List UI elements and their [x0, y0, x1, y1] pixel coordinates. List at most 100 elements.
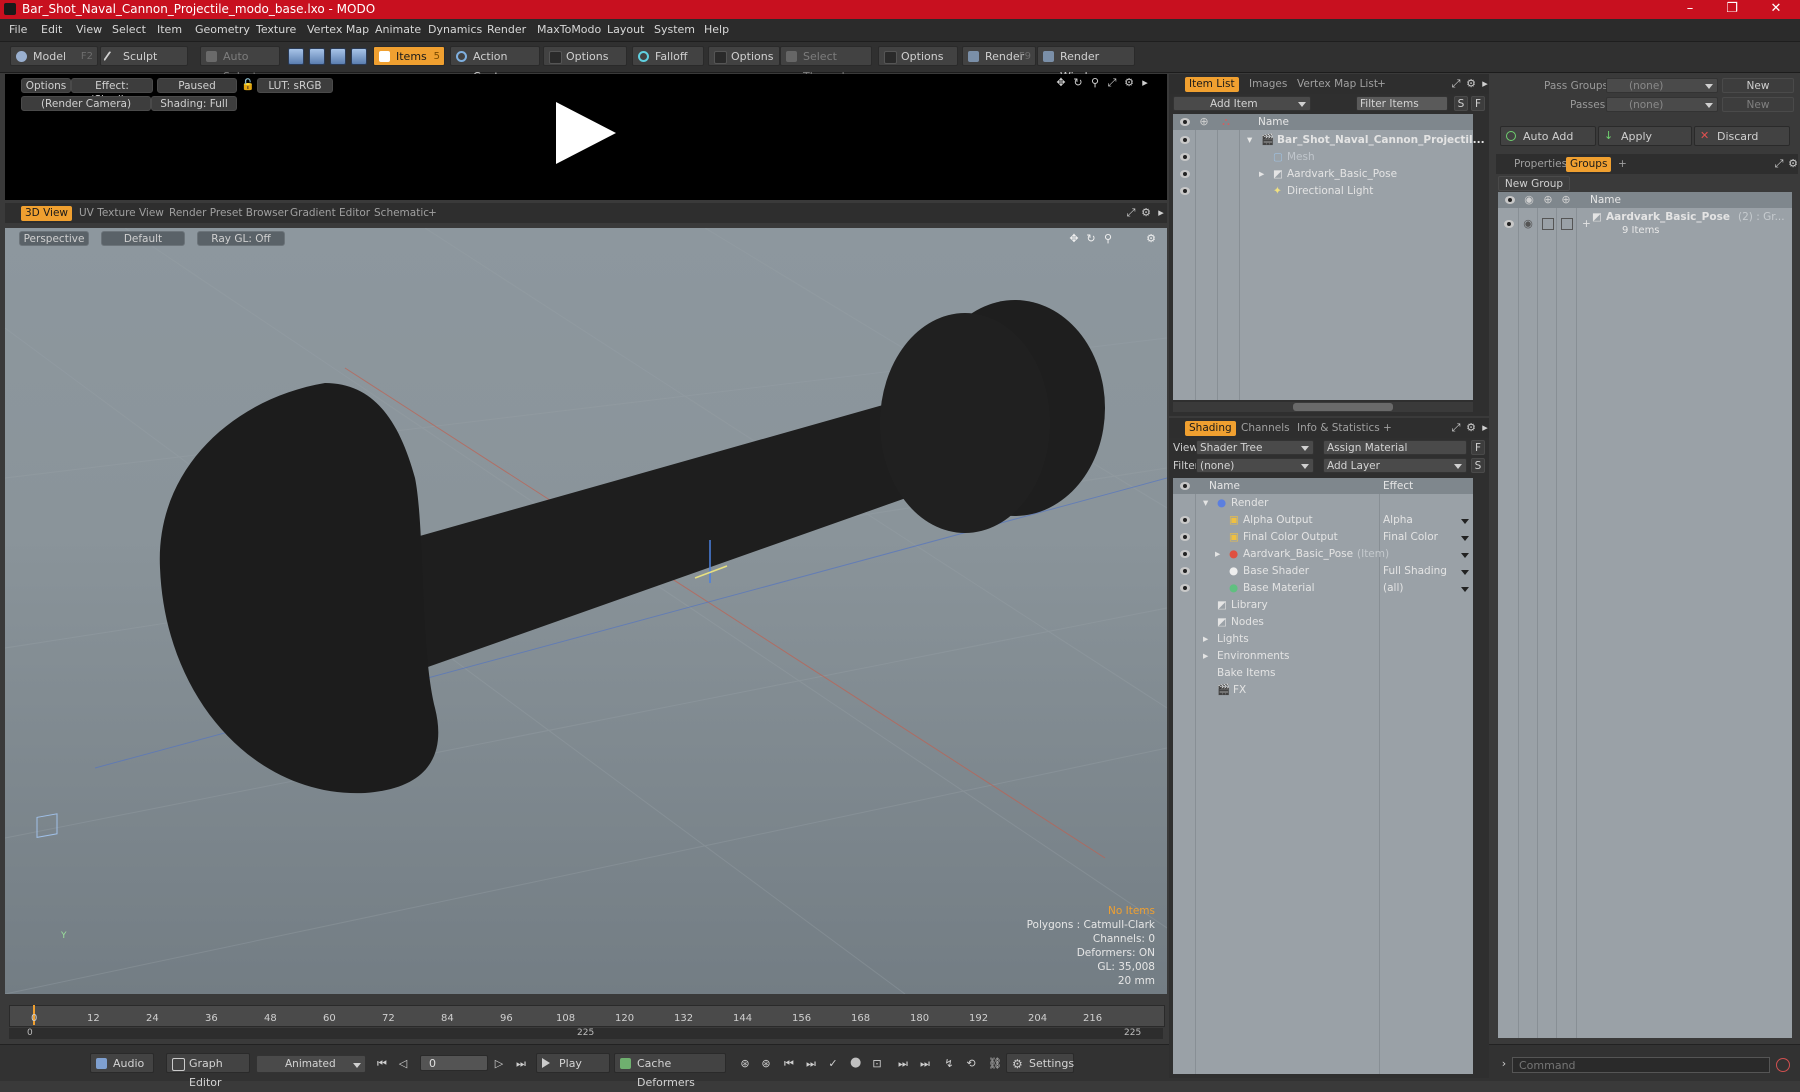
- menu-maxtomodo[interactable]: MaxToModo: [537, 23, 601, 36]
- tab-channels[interactable]: Channels: [1237, 421, 1294, 436]
- graph-editor-button[interactable]: Graph Editor: [166, 1053, 250, 1089]
- minimize-button[interactable]: –: [1670, 1, 1710, 18]
- chevron-right-icon[interactable]: ▸: [1480, 422, 1490, 433]
- rotate-icon[interactable]: ↻: [1086, 233, 1096, 244]
- menu-render[interactable]: Render: [487, 23, 526, 36]
- loop-icon[interactable]: ↯: [944, 1058, 954, 1069]
- key-icon[interactable]: ⊛: [740, 1058, 750, 1069]
- vertices-mode-icon[interactable]: [288, 48, 304, 65]
- chevron-right-icon[interactable]: ▸: [1156, 207, 1166, 218]
- expand-chevron-icon[interactable]: ▸: [1259, 166, 1264, 183]
- add-tab-button[interactable]: +: [1614, 157, 1631, 172]
- render-toggle-icon[interactable]: ◉: [1523, 218, 1533, 229]
- menu-help[interactable]: Help: [704, 23, 729, 36]
- render-camera-button[interactable]: (Render Camera): [21, 96, 151, 111]
- zoom-icon[interactable]: ⚲: [1090, 77, 1100, 88]
- expand-chevron-icon[interactable]: ▸: [1203, 648, 1208, 665]
- apply-button[interactable]: ↓ Apply: [1598, 126, 1692, 146]
- add-item-dropdown[interactable]: Add Item: [1173, 96, 1311, 111]
- skip-key-forward-icon[interactable]: ⏭: [920, 1058, 930, 1069]
- sync-icon[interactable]: ⟲: [966, 1058, 976, 1069]
- gear-icon[interactable]: ⚙: [1141, 207, 1151, 218]
- action-center-button[interactable]: Action Center: [450, 46, 540, 83]
- step-forward-icon[interactable]: ▷: [494, 1058, 504, 1069]
- discard-button[interactable]: ✕ Discard: [1694, 126, 1790, 146]
- select-through-button[interactable]: Select Through: [780, 46, 872, 83]
- key-all-icon[interactable]: ⊛: [761, 1058, 771, 1069]
- menu-geometry[interactable]: Geometry: [195, 23, 250, 36]
- gear-icon[interactable]: ⚙: [1788, 158, 1798, 169]
- tab-properties[interactable]: Properties: [1510, 157, 1571, 172]
- render-button[interactable]: Render F9: [962, 46, 1036, 66]
- tab-item-list[interactable]: Item List: [1185, 77, 1239, 92]
- expand-icon[interactable]: +: [1582, 216, 1591, 233]
- play-icon[interactable]: [556, 102, 616, 164]
- new-pass-group-button[interactable]: New: [1722, 78, 1794, 93]
- select-through-options-button[interactable]: Options: [878, 46, 958, 66]
- menu-select[interactable]: Select: [112, 23, 146, 36]
- default-style-button[interactable]: Default: [101, 231, 185, 246]
- chevron-down-icon[interactable]: [1461, 519, 1469, 524]
- chevron-down-icon[interactable]: [1461, 570, 1469, 575]
- menu-animate[interactable]: Animate: [375, 23, 421, 36]
- s-toggle[interactable]: S: [1454, 96, 1468, 111]
- horizontal-scrollbar[interactable]: [1173, 402, 1473, 412]
- list-item[interactable]: ✦ Directional Light: [1173, 183, 1473, 200]
- new-group-button[interactable]: New Group: [1498, 176, 1570, 191]
- menu-edit[interactable]: Edit: [41, 23, 62, 36]
- eye-icon[interactable]: [1179, 187, 1191, 195]
- rotate-icon[interactable]: ↻: [1073, 77, 1083, 88]
- tab-images[interactable]: Images: [1245, 77, 1291, 92]
- s-toggle[interactable]: S: [1471, 458, 1485, 473]
- skip-key-back-icon[interactable]: ⏭: [898, 1058, 908, 1069]
- next-key-icon[interactable]: ⏭: [806, 1058, 816, 1069]
- filter-items-input[interactable]: Filter Items: [1356, 96, 1448, 111]
- menu-layout[interactable]: Layout: [607, 23, 644, 36]
- tab-3d-view[interactable]: 3D View: [21, 206, 73, 221]
- f-toggle[interactable]: F: [1471, 440, 1485, 455]
- tab-vertex-map-list[interactable]: Vertex Map List: [1293, 77, 1382, 92]
- chevron-down-icon[interactable]: [1461, 536, 1469, 541]
- sculpt-mode-button[interactable]: Sculpt: [100, 46, 188, 66]
- preview-paused-button[interactable]: Paused: [157, 78, 237, 93]
- shader-row-render[interactable]: ▾ ● Render: [1173, 495, 1473, 512]
- shader-row-environments[interactable]: ▸ Environments: [1173, 648, 1473, 665]
- lock-icon[interactable]: 🔓: [241, 79, 255, 90]
- scrollbar-thumb[interactable]: [1293, 403, 1393, 411]
- animated-dropdown[interactable]: Animated: [256, 1055, 366, 1073]
- add-layer-dropdown[interactable]: Add Layer: [1323, 458, 1467, 473]
- eye-icon[interactable]: [1179, 170, 1191, 178]
- eye-icon[interactable]: [1179, 567, 1191, 575]
- menu-system[interactable]: System: [654, 23, 695, 36]
- auto-key-icon[interactable]: ✓: [828, 1058, 838, 1069]
- materials-mode-icon[interactable]: [351, 48, 367, 65]
- tab-shading[interactable]: Shading: [1185, 421, 1236, 436]
- add-tab-button[interactable]: +: [1373, 77, 1390, 92]
- menu-vertex-map[interactable]: Vertex Map: [307, 23, 369, 36]
- shader-row-base-shader[interactable]: ● Base Shader Full Shading: [1173, 563, 1473, 580]
- shader-row-alpha-output[interactable]: ▣ Alpha Output Alpha: [1173, 512, 1473, 529]
- skip-to-end-icon[interactable]: ⏭: [516, 1058, 526, 1069]
- move-icon[interactable]: ✥: [1069, 233, 1079, 244]
- auto-select-button[interactable]: Auto Select: [200, 46, 280, 83]
- play-button[interactable]: Play: [536, 1053, 610, 1073]
- falloff-options-button[interactable]: Options: [708, 46, 780, 66]
- falloff-button[interactable]: Falloff: [632, 46, 704, 66]
- eye-icon[interactable]: [1503, 220, 1515, 228]
- list-item[interactable]: ▸ ◩ Aardvark_Basic_Pose: [1173, 166, 1473, 183]
- pass-groups-dropdown[interactable]: (none): [1606, 78, 1718, 93]
- list-item[interactable]: ▾ 🎬 Bar_Shot_Naval_Cannon_Projectil...: [1173, 132, 1485, 149]
- name-column-header[interactable]: Name: [1258, 116, 1289, 128]
- eye-icon[interactable]: [1179, 533, 1191, 541]
- gear-icon[interactable]: ⚙: [1466, 422, 1476, 433]
- tab-info-statistics[interactable]: Info & Statistics: [1293, 421, 1384, 436]
- command-input[interactable]: [1512, 1057, 1770, 1073]
- step-back-icon[interactable]: ◁: [398, 1058, 408, 1069]
- model-mode-button[interactable]: Model F2: [10, 46, 98, 66]
- passes-dropdown[interactable]: (none): [1606, 97, 1718, 112]
- close-button[interactable]: ✕: [1756, 1, 1796, 18]
- perspective-button[interactable]: Perspective: [19, 231, 89, 246]
- gear-icon[interactable]: ⚙: [1124, 77, 1134, 88]
- gear-icon[interactable]: ⚙: [1146, 233, 1156, 244]
- shader-row-nodes[interactable]: ◩ Nodes: [1173, 614, 1473, 631]
